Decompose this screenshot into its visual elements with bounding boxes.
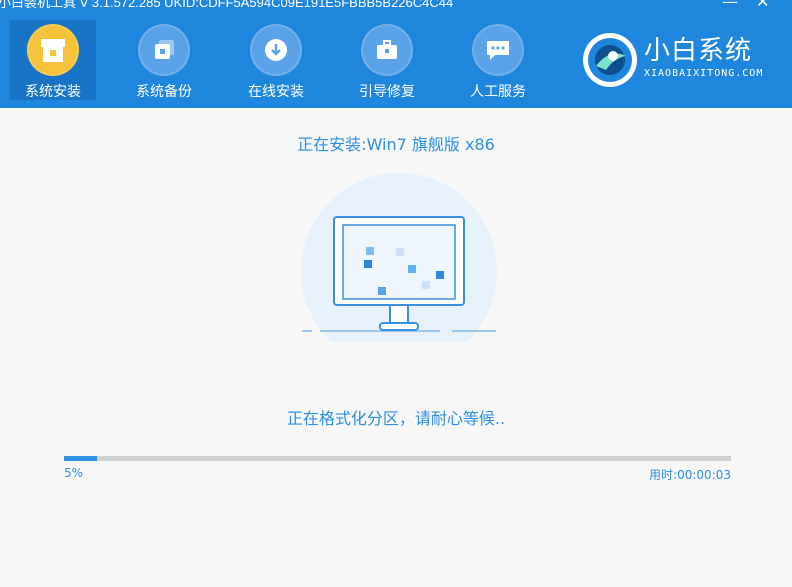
minimize-icon[interactable]: — — [722, 0, 738, 10]
install-title: 正在安装:Win7 旗舰版 x86 — [297, 135, 495, 154]
install-status: 正在格式化分区，请耐心等候.. — [286, 409, 506, 428]
nav-label: 引导修复 — [359, 84, 415, 100]
install-box-icon — [27, 24, 79, 76]
chat-icon — [472, 24, 524, 76]
download-icon — [250, 24, 302, 76]
computer-install-illustration — [301, 173, 497, 342]
progress-percent: 5% — [64, 466, 84, 480]
nav-label: 人工服务 — [470, 84, 526, 100]
close-icon[interactable]: ✕ — [756, 0, 769, 10]
logo-icon — [583, 33, 637, 87]
toolbox-icon — [361, 24, 413, 76]
nav-item-system-backup[interactable]: 系统备份 — [121, 20, 207, 100]
nav-item-system-install[interactable]: 系统安装 — [10, 20, 96, 100]
brand-url: XIAOBAIXITONG.COM — [644, 68, 764, 79]
nav-item-online-install[interactable]: 在线安装 — [233, 20, 319, 100]
window-title: 小白装机工具 V 3.1.572.285 UKID:CDFF5A594C09E1… — [0, 0, 454, 10]
backup-icon — [138, 24, 190, 76]
nav-label: 在线安装 — [248, 84, 304, 100]
nav-label: 系统安装 — [25, 84, 81, 100]
nav-label: 系统备份 — [136, 84, 192, 100]
nav-item-manual-service[interactable]: 人工服务 — [455, 20, 541, 100]
progress-fill — [64, 456, 98, 461]
elapsed-time: 用时:00:00:03 — [649, 468, 731, 482]
header-bar: 小白装机工具 V 3.1.572.285 UKID:CDFF5A594C09E1… — [0, 0, 792, 108]
nav-item-boot-repair[interactable]: 引导修复 — [344, 20, 430, 100]
brand-name: 小白系统 — [644, 36, 753, 66]
progress-bar — [64, 456, 731, 461]
